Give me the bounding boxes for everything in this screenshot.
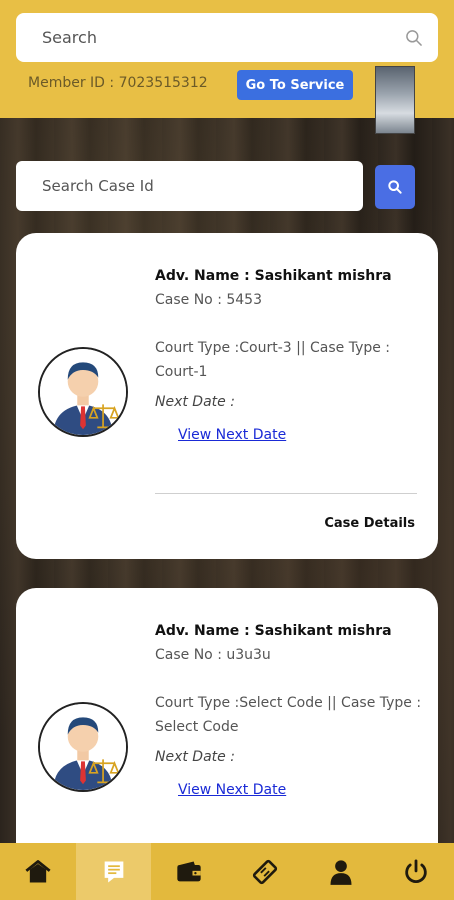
case-id-input[interactable]: [42, 177, 363, 195]
cases-icon: [104, 861, 123, 882]
nav-profile[interactable]: [303, 843, 379, 900]
case-details-button[interactable]: Case Details: [324, 516, 415, 531]
search-bar[interactable]: [16, 13, 438, 62]
nav-home[interactable]: [0, 843, 76, 900]
lawyer-avatar-icon: [38, 347, 128, 437]
advocate-name: Adv. Name : Sashikant mishra: [155, 623, 392, 639]
ticket-icon: [252, 859, 277, 884]
case-number: Case No : u3u3u: [155, 647, 271, 663]
case-number: Case No : 5453: [155, 292, 262, 308]
home-icon: [25, 859, 51, 882]
nav-logout[interactable]: [378, 843, 454, 900]
advocate-name: Adv. Name : Sashikant mishra: [155, 268, 392, 284]
court-type: Court Type :Select Code || Case Type : S…: [155, 695, 422, 735]
view-next-date-link[interactable]: View Next Date: [178, 427, 286, 443]
card-divider: [155, 493, 417, 494]
profile-icon: [330, 859, 352, 885]
view-next-date-link[interactable]: View Next Date: [178, 782, 286, 798]
profile-photo[interactable]: [375, 66, 415, 134]
search-input[interactable]: [42, 28, 404, 47]
header: Member ID : 7023515312 Go To Service: [0, 0, 454, 134]
member-id: Member ID : 7023515312: [28, 75, 208, 91]
wallet-icon: [177, 861, 201, 881]
power-icon: [405, 859, 427, 883]
case-search-button[interactable]: [375, 165, 415, 209]
bottom-navigation: [0, 843, 454, 900]
nav-wallet[interactable]: [151, 843, 227, 900]
next-date-label: Next Date :: [155, 394, 235, 410]
case-card[interactable]: Adv. Name : Sashikant mishra Case No : u…: [16, 588, 438, 878]
case-search-bar[interactable]: [16, 161, 363, 211]
court-type: Court Type :Court-3 || Case Type : Court…: [155, 340, 391, 380]
nav-ticket[interactable]: [227, 843, 303, 900]
lawyer-avatar-icon: [38, 702, 128, 792]
next-date-label: Next Date :: [155, 749, 235, 765]
nav-cases[interactable]: [75, 843, 152, 900]
case-card[interactable]: Adv. Name : Sashikant mishra Case No : 5…: [16, 233, 438, 559]
search-icon: [388, 180, 402, 194]
search-icon[interactable]: [404, 28, 424, 48]
go-to-service-button[interactable]: Go To Service: [237, 70, 353, 100]
